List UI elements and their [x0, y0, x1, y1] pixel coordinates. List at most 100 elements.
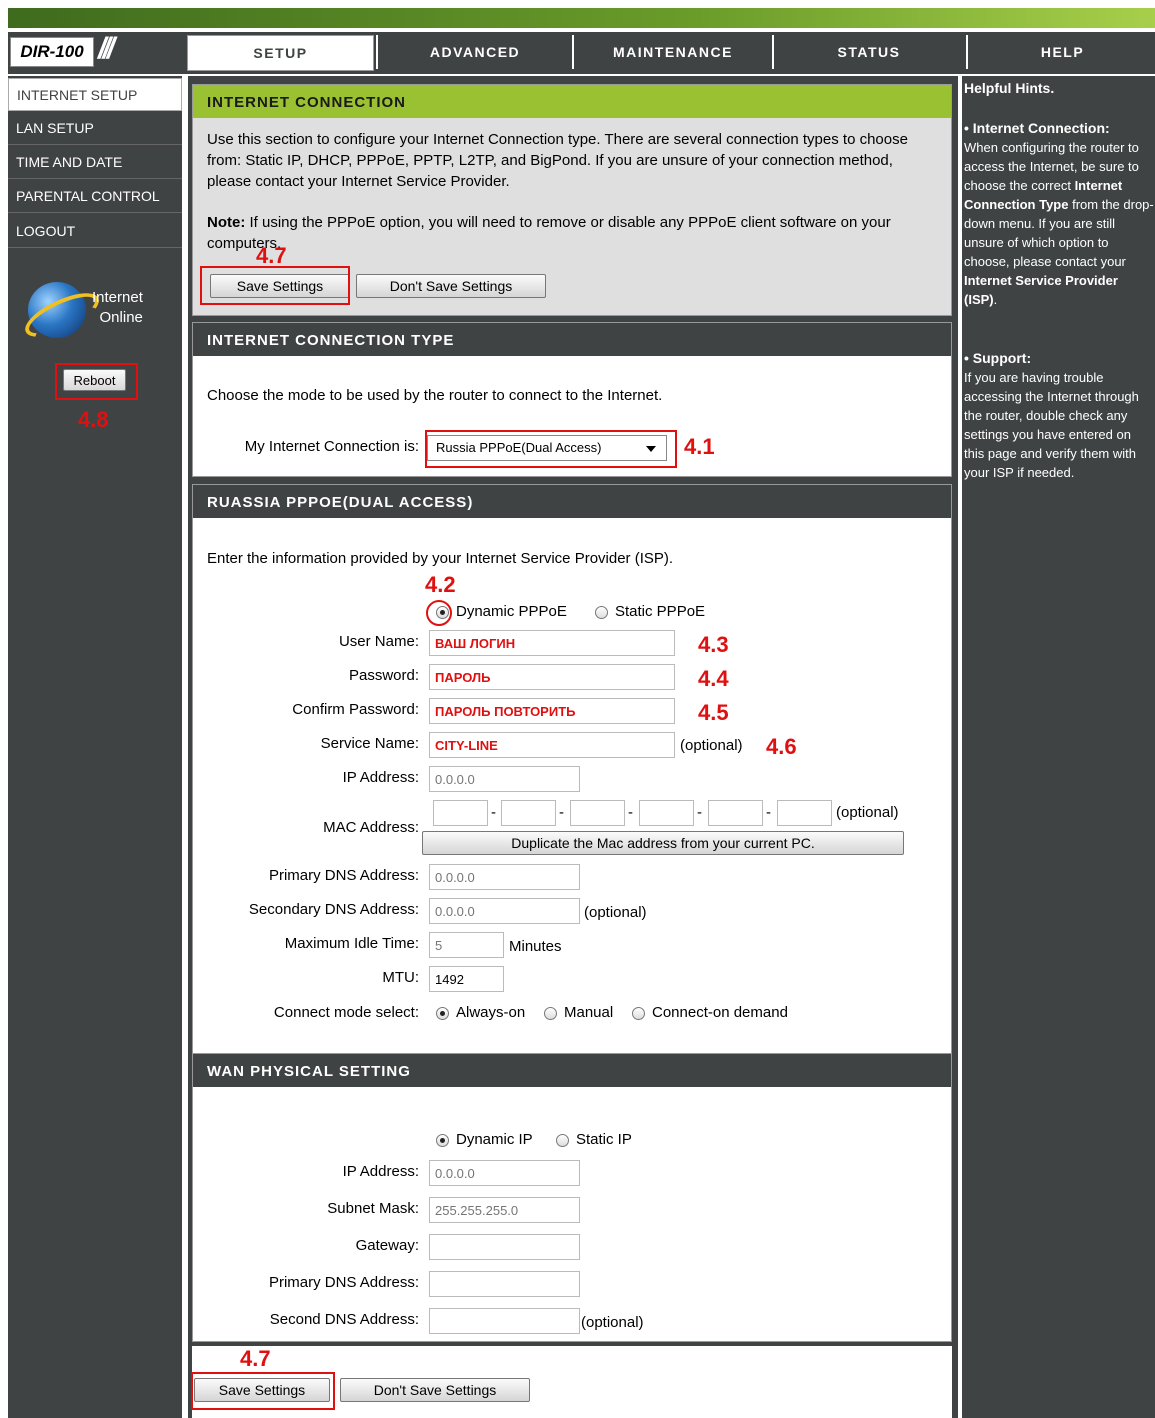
bottom-dont-save-settings-button[interactable]: Don't Save Settings: [340, 1378, 530, 1402]
bottom-save-settings-button[interactable]: Save Settings: [194, 1378, 330, 1402]
idle-time-label: Maximum Idle Time:: [284, 935, 419, 952]
wan-ip-label: IP Address:: [342, 1163, 419, 1180]
static-ip-label: Static IP: [576, 1131, 632, 1148]
idle-time-input[interactable]: [429, 932, 504, 958]
annotation-label-4-1: 4.1: [684, 434, 715, 459]
note-label: Note:: [207, 214, 246, 231]
mac-separator: -: [697, 804, 702, 821]
annotation-label-4-3: 4.3: [698, 632, 729, 657]
secondary-dns-optional: (optional): [584, 904, 647, 921]
main-content: INTERNET CONNECTION Use this section to …: [188, 76, 958, 1418]
connection-type-value: Russia PPPoE(Dual Access): [436, 440, 602, 455]
status-line-1: Internet: [92, 289, 143, 306]
reboot-button[interactable]: Reboot: [63, 369, 126, 391]
dynamic-pppoe-label: Dynamic PPPoE: [456, 603, 567, 620]
top-banner: [8, 8, 1155, 28]
wan-second-dns-input[interactable]: [429, 1308, 580, 1334]
wan-primary-dns-label: Primary DNS Address:: [268, 1274, 419, 1291]
help-ic-text: When configuring the router to access th…: [964, 138, 1154, 309]
radio-always-on[interactable]: [436, 1007, 449, 1020]
tab-help[interactable]: HELP: [966, 35, 1155, 69]
user-name-input[interactable]: [429, 630, 675, 656]
status-line-2: Online: [99, 309, 143, 326]
radio-dynamic-pppoe[interactable]: [436, 606, 449, 619]
sidebar-item-time-and-date[interactable]: TIME AND DATE: [8, 146, 182, 179]
chevron-down-icon: [646, 446, 656, 452]
pppoe-title: RUASSIA PPPOE(DUAL ACCESS): [193, 485, 951, 518]
internet-connection-note: Note: If using the PPPoE option, you wil…: [207, 212, 937, 254]
sidebar-item-logout[interactable]: LOGOUT: [8, 215, 182, 248]
dynamic-ip-label: Dynamic IP: [456, 1131, 533, 1148]
internet-connection-title: INTERNET CONNECTION: [193, 85, 951, 118]
mac-separator: -: [491, 804, 496, 821]
wan-subnet-label: Subnet Mask:: [327, 1200, 419, 1217]
duplicate-mac-button[interactable]: Duplicate the Mac address from your curr…: [422, 831, 904, 855]
wan-subnet-input[interactable]: [429, 1197, 580, 1223]
wan-gateway-input[interactable]: [429, 1234, 580, 1260]
primary-dns-input[interactable]: [429, 864, 580, 890]
pppoe-panel: RUASSIA PPPOE(DUAL ACCESS) Enter the inf…: [192, 484, 952, 1121]
logo-text: DIR-100: [10, 37, 94, 67]
tab-advanced[interactable]: ADVANCED: [376, 35, 572, 69]
internet-connection-panel: INTERNET CONNECTION Use this section to …: [192, 84, 952, 316]
annotation-label-4-4: 4.4: [698, 666, 729, 691]
wan-second-dns-optional: (optional): [581, 1314, 644, 1331]
annotation-label-4-8: 4.8: [78, 407, 109, 432]
sidebar-item-lan-setup[interactable]: LAN SETUP: [8, 112, 182, 145]
mac-octet-4[interactable]: [639, 800, 694, 826]
radio-static-ip[interactable]: [556, 1134, 569, 1147]
wan-ip-input[interactable]: [429, 1160, 580, 1186]
note-text: If using the PPPoE option, you will need…: [207, 214, 891, 252]
connect-on-demand-label: Connect-on demand: [652, 1004, 788, 1021]
password-input[interactable]: [429, 664, 675, 690]
ip-address-label: IP Address:: [342, 769, 419, 786]
mac-octet-1[interactable]: [433, 800, 488, 826]
mac-octet-3[interactable]: [570, 800, 625, 826]
bottom-action-bar: Save Settings Don't Save Settings: [192, 1346, 952, 1418]
save-settings-button[interactable]: Save Settings: [210, 274, 350, 298]
radio-connect-on-demand[interactable]: [632, 1007, 645, 1020]
connection-type-label: My Internet Connection is:: [244, 438, 419, 455]
manual-label: Manual: [564, 1004, 614, 1021]
service-name-input[interactable]: [429, 732, 675, 758]
sidebar-item-internet-setup[interactable]: INTERNET SETUP: [8, 78, 182, 111]
mac-separator: -: [766, 804, 771, 821]
connection-type-select[interactable]: Russia PPPoE(Dual Access): [427, 435, 667, 461]
connection-type-title: INTERNET CONNECTION TYPE: [193, 323, 951, 356]
mac-address-label: MAC Address:: [323, 819, 419, 836]
radio-manual[interactable]: [544, 1007, 557, 1020]
password-label: Password:: [348, 667, 419, 684]
idle-time-unit: Minutes: [509, 938, 562, 955]
help-title: Helpful Hints.: [964, 80, 1055, 96]
confirm-password-label: Confirm Password:: [292, 701, 419, 718]
service-name-optional: (optional): [680, 737, 743, 754]
internet-connection-description: Use this section to configure your Inter…: [207, 131, 908, 190]
help-ic-heading: • Internet Connection:: [964, 120, 1110, 136]
mac-octet-2[interactable]: [501, 800, 556, 826]
radio-static-pppoe[interactable]: [595, 606, 608, 619]
secondary-dns-input[interactable]: [429, 898, 580, 924]
sidebar: INTERNET SETUP LAN SETUP TIME AND DATE P…: [8, 76, 182, 1418]
mac-separator: -: [628, 804, 633, 821]
dont-save-settings-button[interactable]: Don't Save Settings: [356, 274, 546, 298]
annotation-label-4-5: 4.5: [698, 700, 729, 725]
tab-status[interactable]: STATUS: [772, 35, 964, 69]
tab-maintenance[interactable]: MAINTENANCE: [572, 35, 772, 69]
mac-octet-5[interactable]: [708, 800, 763, 826]
wan-gateway-label: Gateway:: [355, 1237, 419, 1254]
user-name-label: User Name:: [338, 633, 419, 650]
internet-status: Internet Online: [19, 282, 168, 346]
ip-address-input[interactable]: [429, 766, 580, 792]
confirm-password-input[interactable]: [429, 698, 675, 724]
sidebar-item-parental-control[interactable]: PARENTAL CONTROL: [8, 180, 182, 213]
logo: DIR-100 ///: [8, 32, 181, 70]
tab-setup[interactable]: SETUP: [187, 35, 374, 71]
mac-octet-6[interactable]: [777, 800, 832, 826]
mtu-input[interactable]: [429, 966, 504, 992]
always-on-label: Always-on: [456, 1004, 526, 1021]
radio-dynamic-ip[interactable]: [436, 1134, 449, 1147]
wan-panel: WAN PHYSICAL SETTING Dynamic IP Static I…: [192, 1053, 952, 1342]
wan-primary-dns-input[interactable]: [429, 1271, 580, 1297]
help-support-text: If you are having trouble accessing the …: [964, 370, 1139, 480]
annotation-label-4-7-top: 4.7: [256, 243, 287, 268]
